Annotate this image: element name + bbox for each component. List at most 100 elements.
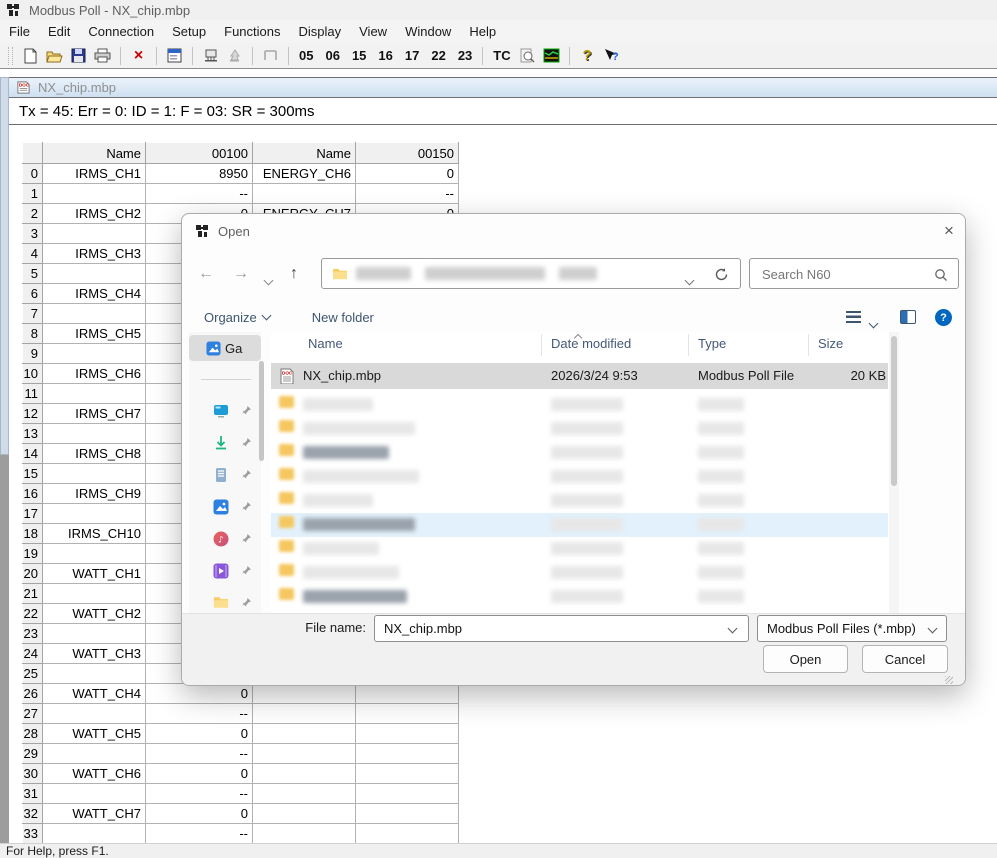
- grid-cell[interactable]: IRMS_CH4: [43, 284, 146, 304]
- grid-cell[interactable]: [253, 184, 356, 204]
- redacted-file-row[interactable]: [271, 441, 888, 465]
- grid-cell[interactable]: --: [146, 744, 253, 764]
- grid-cell[interactable]: WATT_CH1: [43, 564, 146, 584]
- delete-icon[interactable]: ×: [128, 46, 149, 66]
- menu-help[interactable]: Help: [460, 20, 505, 43]
- grid-cell[interactable]: 0: [146, 804, 253, 824]
- grid-cell[interactable]: [356, 704, 459, 724]
- grid-row[interactable]: 1----: [23, 184, 459, 204]
- sidebar-item-folder[interactable]: [189, 595, 261, 613]
- menu-display[interactable]: Display: [290, 20, 351, 43]
- grid-row[interactable]: 26WATT_CH40: [23, 684, 459, 704]
- zoom-document-icon[interactable]: [517, 46, 538, 66]
- grid-cell[interactable]: [43, 544, 146, 564]
- grid-cell[interactable]: 8950: [146, 164, 253, 184]
- grid-cell[interactable]: [253, 804, 356, 824]
- forward-icon[interactable]: →: [233, 265, 249, 283]
- help-icon[interactable]: ?: [577, 46, 598, 66]
- organize-button[interactable]: Organize: [204, 310, 257, 325]
- preview-pane-icon[interactable]: [900, 310, 916, 324]
- sidebar-item-gallery[interactable]: Ga: [189, 335, 261, 361]
- grid-row[interactable]: 0IRMS_CH18950ENERGY_CH60: [23, 164, 459, 184]
- pulse-icon[interactable]: [260, 46, 281, 66]
- grid-cell[interactable]: [43, 744, 146, 764]
- grid-cell[interactable]: --: [356, 184, 459, 204]
- toolbar-gripper[interactable]: [8, 47, 13, 65]
- help-circle-icon[interactable]: ?: [935, 309, 952, 326]
- sidebar-item-videos[interactable]: [189, 563, 261, 581]
- redacted-file-row[interactable]: [271, 393, 888, 417]
- grid-cell[interactable]: [253, 684, 356, 704]
- grid-cell[interactable]: IRMS_CH2: [43, 204, 146, 224]
- print-button[interactable]: [92, 46, 113, 66]
- menu-functions[interactable]: Functions: [215, 20, 289, 43]
- grid-cell[interactable]: --: [146, 784, 253, 804]
- redacted-file-row[interactable]: [271, 585, 888, 609]
- menu-file[interactable]: File: [0, 20, 39, 43]
- new-folder-button[interactable]: New folder: [312, 310, 374, 325]
- filter-chevron-icon[interactable]: [928, 624, 938, 634]
- file-row-selected[interactable]: DOC NX_chip.mbp 2026/3/24 9:53 Modbus Po…: [271, 363, 888, 389]
- grid-cell[interactable]: ENERGY_CH6: [253, 164, 356, 184]
- grid-cell[interactable]: IRMS_CH1: [43, 164, 146, 184]
- sidebar-item-pictures[interactable]: [189, 499, 261, 517]
- column-header-date-modified[interactable]: Date modified: [551, 336, 631, 351]
- grid-cell[interactable]: [43, 344, 146, 364]
- grid-cell[interactable]: WATT_CH7: [43, 804, 146, 824]
- grid-cell[interactable]: [253, 784, 356, 804]
- sidebar-item-documents[interactable]: [189, 467, 261, 485]
- grid-cell[interactable]: IRMS_CH6: [43, 364, 146, 384]
- grid-cell[interactable]: IRMS_CH9: [43, 484, 146, 504]
- scrollbar-thumb[interactable]: [0, 77, 9, 455]
- grid-row[interactable]: 33--: [23, 824, 459, 844]
- sidebar-item-downloads[interactable]: [189, 435, 261, 453]
- address-bar[interactable]: [321, 258, 741, 289]
- menu-window[interactable]: Window: [396, 20, 460, 43]
- menu-setup[interactable]: Setup: [163, 20, 215, 43]
- grid-cell[interactable]: IRMS_CH8: [43, 444, 146, 464]
- redacted-file-row[interactable]: [271, 417, 888, 441]
- chart-icon[interactable]: [541, 46, 562, 66]
- redacted-file-row[interactable]: [271, 561, 888, 585]
- grid-cell[interactable]: WATT_CH5: [43, 724, 146, 744]
- read-write-definition-button[interactable]: [200, 46, 221, 66]
- grid-cell[interactable]: [43, 504, 146, 524]
- grid-cell[interactable]: WATT_CH6: [43, 764, 146, 784]
- back-icon[interactable]: ←: [198, 265, 214, 283]
- open-dialog-titlebar[interactable]: Open: [182, 214, 966, 248]
- grid-cell[interactable]: 0: [146, 724, 253, 744]
- grid-cell[interactable]: IRMS_CH7: [43, 404, 146, 424]
- combo-chevron-icon[interactable]: [728, 624, 738, 634]
- cancel-button[interactable]: Cancel: [862, 645, 948, 673]
- grid-cell[interactable]: [43, 264, 146, 284]
- file-type-filter[interactable]: Modbus Poll Files (*.mbp): [757, 615, 947, 642]
- grid-cell[interactable]: [43, 624, 146, 644]
- grid-cell[interactable]: [43, 664, 146, 684]
- organize-dropdown-icon[interactable]: [261, 310, 271, 320]
- vertical-scrollbar[interactable]: [0, 77, 9, 843]
- menu-connection[interactable]: Connection: [79, 20, 163, 43]
- function-code-05-button[interactable]: 05: [296, 48, 316, 63]
- grid-row[interactable]: 27--: [23, 704, 459, 724]
- view-dropdown-icon[interactable]: [870, 314, 877, 332]
- open-file-button[interactable]: [44, 46, 65, 66]
- resize-grip[interactable]: [945, 676, 953, 684]
- grid-cell[interactable]: [253, 744, 356, 764]
- document-window-titlebar[interactable]: DOC NX_chip.mbp: [9, 77, 997, 98]
- redacted-file-row[interactable]: [271, 513, 888, 537]
- grid-cell[interactable]: IRMS_CH3: [43, 244, 146, 264]
- column-header-type[interactable]: Type: [698, 336, 726, 351]
- grid-cell[interactable]: [356, 724, 459, 744]
- function-code-22-button[interactable]: 22: [428, 48, 448, 63]
- grid-row[interactable]: 29--: [23, 744, 459, 764]
- grid-header[interactable]: 00100: [146, 143, 253, 164]
- grid-cell[interactable]: [356, 764, 459, 784]
- column-header-name[interactable]: Name: [308, 336, 343, 351]
- grid-cell[interactable]: 0: [146, 684, 253, 704]
- grid-cell[interactable]: [43, 784, 146, 804]
- grid-cell[interactable]: [356, 784, 459, 804]
- grid-row[interactable]: 32WATT_CH70: [23, 804, 459, 824]
- sidebar-item-music[interactable]: ♪: [189, 531, 261, 549]
- menu-edit[interactable]: Edit: [39, 20, 79, 43]
- file-list-scrollbar[interactable]: [889, 332, 899, 613]
